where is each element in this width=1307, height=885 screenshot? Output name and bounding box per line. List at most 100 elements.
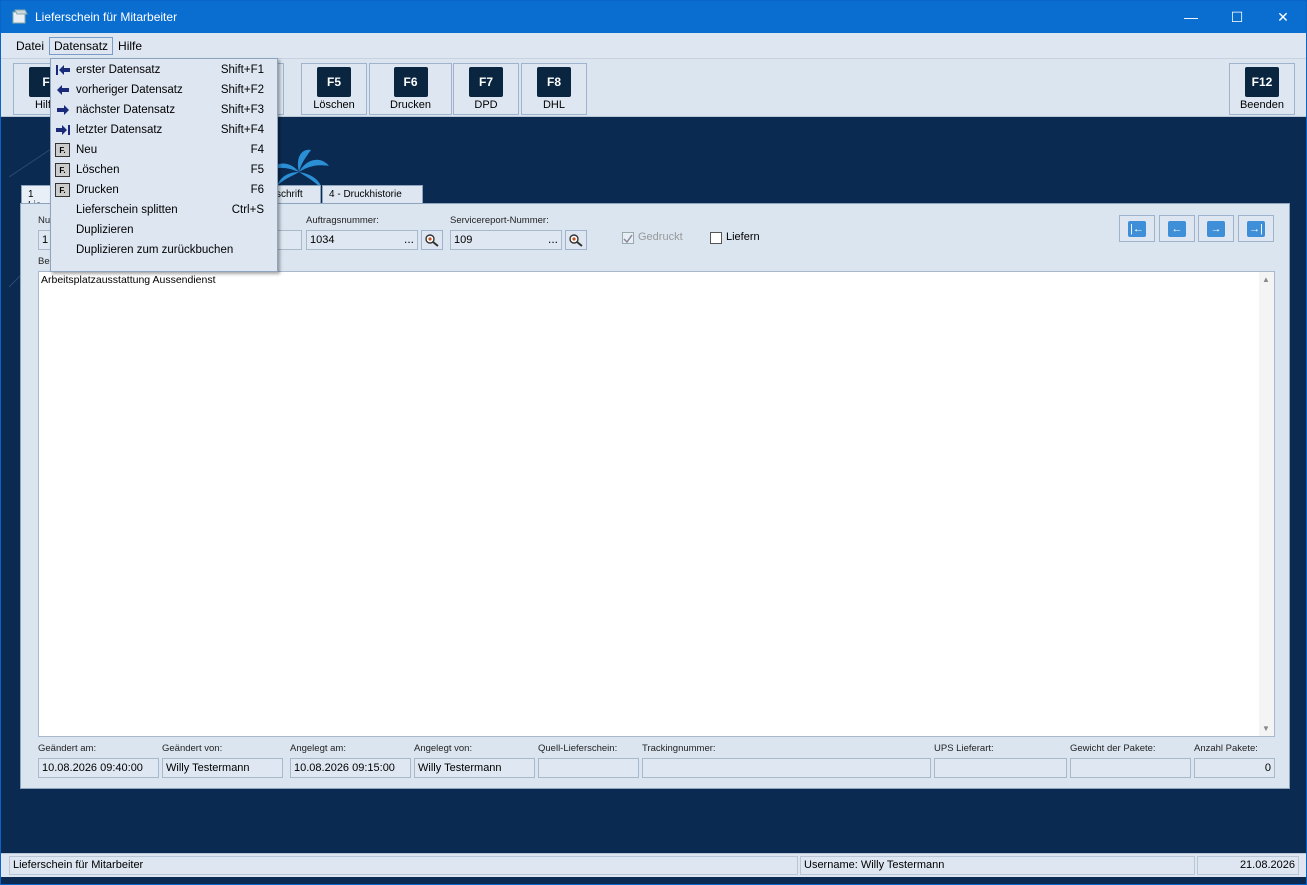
tab-lieferschein[interactable]: 1 Lie [21, 185, 53, 211]
first-record-button[interactable]: |← [1119, 215, 1155, 242]
menu-datensatz[interactable]: Datensatz [49, 36, 114, 55]
menu-item-neu[interactable]: F. Neu F4 [51, 140, 277, 160]
next-record-icon [55, 103, 70, 117]
toolbar-exit-button[interactable]: F12 Beenden [1229, 63, 1295, 115]
last-record-icon [55, 123, 70, 137]
menu-datei[interactable]: Datei [11, 37, 49, 55]
toolbar-print-label: Drucken [390, 99, 431, 111]
first-record-icon: |← [1128, 220, 1146, 237]
auftrag-lookup-button[interactable] [421, 230, 443, 250]
auftragsnummer-field[interactable]: 1034 ... [306, 230, 418, 250]
geaendert-von-field: Willy Testermann [162, 758, 283, 778]
scroll-down-icon[interactable]: ▼ [1262, 724, 1270, 733]
maximize-button[interactable]: ☐ [1214, 1, 1260, 33]
auftragsnummer-value: 1034 [310, 234, 335, 246]
bemerkung-label: Be [38, 256, 50, 267]
f8-key-icon: F8 [537, 67, 571, 97]
quell-lieferschein-label: Quell-Lieferschein: [538, 743, 618, 754]
gewicht-field [1070, 758, 1191, 778]
servicereport-browse-button[interactable]: ... [548, 232, 558, 246]
servicereport-label: Servicereport-Nummer: [450, 215, 549, 226]
geaendert-am-label: Geändert am: [38, 743, 97, 754]
auftragsnummer-label: Auftragsnummer: [306, 215, 379, 226]
f-key-icon: F. [55, 143, 70, 157]
hidden-field[interactable] [276, 230, 302, 250]
f-key-icon: F. [55, 163, 70, 177]
status-user: Username: Willy Testermann [800, 856, 1195, 875]
f5-key-icon: F5 [317, 67, 351, 97]
first-record-icon [55, 63, 70, 77]
liefern-label: Liefern [726, 231, 760, 243]
toolbar-dhl-label: DHL [542, 99, 565, 111]
datensatz-dropdown-menu: erster Datensatz Shift+F1 vorheriger Dat… [50, 58, 278, 272]
menu-bar: Datei Datensatz Hilfe [1, 33, 1306, 59]
main-panel: Nu 1 Auftragsnummer: 1034 ... Servicerep… [20, 203, 1290, 789]
quell-lieferschein-field [538, 758, 639, 778]
previous-record-button[interactable]: ← [1159, 215, 1195, 242]
next-record-button[interactable]: → [1198, 215, 1234, 242]
f-key-icon: F. [55, 183, 70, 197]
close-button[interactable]: ✕ [1260, 1, 1306, 33]
nummer-label: Nu [38, 215, 51, 226]
toolbar-print-button[interactable]: F6 Drucken [369, 63, 452, 115]
servicereport-field[interactable]: 109 ... [450, 230, 562, 250]
menu-item-drucken[interactable]: F. Drucken F6 [51, 180, 277, 200]
menu-hilfe[interactable]: Hilfe [113, 37, 147, 55]
toolbar-delete-label: Löschen [313, 99, 355, 111]
bemerkung-textarea[interactable]: Arbeitsplatzausstattung Aussendienst ▲ ▼ [38, 271, 1275, 737]
checkmark-icon [623, 234, 633, 244]
service-lookup-button[interactable] [565, 230, 587, 250]
app-window: Lieferschein für Mitarbeiter — ☐ ✕ Datei… [0, 0, 1307, 885]
search-person-icon [425, 234, 439, 247]
gewicht-label: Gewicht der Pakete: [1070, 743, 1156, 754]
gedruckt-label: Gedruckt [638, 231, 683, 243]
toolbar-exit-label: Beenden [1239, 99, 1285, 111]
f6-key-icon: F6 [393, 67, 428, 97]
toolbar-dhl-button[interactable]: F8 DHL [521, 63, 587, 115]
trackingnummer-field [642, 758, 931, 778]
geaendert-von-label: Geändert von: [162, 743, 223, 754]
trackingnummer-label: Trackingnummer: [642, 743, 716, 754]
toolbar-dpd-label: DPD [474, 99, 498, 111]
palm-logo-icon [269, 149, 329, 188]
textarea-scrollbar[interactable]: ▲ ▼ [1259, 272, 1274, 736]
gedruckt-checkbox[interactable] [622, 232, 634, 244]
ups-lieferart-field [934, 758, 1067, 778]
servicereport-value: 109 [454, 234, 473, 246]
scroll-up-icon[interactable]: ▲ [1262, 275, 1270, 284]
last-record-button[interactable]: →| [1238, 215, 1274, 242]
geaendert-am-field: 10.08.2026 09:40:00 [38, 758, 159, 778]
anzahl-pakete-label: Anzahl Pakete: [1194, 743, 1258, 754]
toolbar-delete-button[interactable]: F5 Löschen [301, 63, 367, 115]
previous-record-icon [55, 83, 70, 97]
minimize-button[interactable]: — [1168, 1, 1214, 33]
auftragsnummer-browse-button[interactable]: ... [404, 232, 414, 246]
status-bar: Lieferschein für Mitarbeiter Username: W… [1, 853, 1306, 877]
menu-item-first-record[interactable]: erster Datensatz Shift+F1 [51, 60, 277, 80]
last-record-icon: →| [1247, 220, 1265, 237]
menu-item-last-record[interactable]: letzter Datensatz Shift+F4 [51, 120, 277, 140]
menu-item-previous-record[interactable]: vorheriger Datensatz Shift+F2 [51, 80, 277, 100]
angelegt-am-field: 10.08.2026 09:15:00 [290, 758, 411, 778]
f7-key-icon: F7 [469, 67, 503, 97]
menu-item-loeschen[interactable]: F. Löschen F5 [51, 160, 277, 180]
menu-item-duplizieren-zurueckbuchen[interactable]: Duplizieren zum zurückbuchen [51, 240, 277, 260]
next-record-icon: → [1207, 220, 1225, 237]
toolbar-dpd-button[interactable]: F7 DPD [453, 63, 519, 115]
f12-key-icon: F12 [1245, 67, 1279, 97]
previous-record-icon: ← [1168, 220, 1186, 237]
search-person-icon [569, 234, 583, 247]
menu-item-splitten[interactable]: Lieferschein splitten Ctrl+S [51, 200, 277, 220]
menu-item-duplizieren[interactable]: Duplizieren [51, 220, 277, 240]
tab-druckhistorie[interactable]: 4 - Druckhistorie [322, 185, 423, 204]
liefern-checkbox[interactable] [710, 232, 722, 244]
status-date: 21.08.2026 [1197, 856, 1299, 875]
bemerkung-text: Arbeitsplatzausstattung Aussendienst [41, 274, 216, 286]
menu-item-next-record[interactable]: nächster Datensatz Shift+F3 [51, 100, 277, 120]
anzahl-pakete-field: 0 [1194, 758, 1275, 778]
title-bar: Lieferschein für Mitarbeiter — ☐ ✕ [1, 1, 1306, 33]
window-title: Lieferschein für Mitarbeiter [35, 10, 178, 24]
angelegt-am-label: Angelegt am: [290, 743, 346, 754]
angelegt-von-field: Willy Testermann [414, 758, 535, 778]
ups-lieferart-label: UPS Lieferart: [934, 743, 994, 754]
